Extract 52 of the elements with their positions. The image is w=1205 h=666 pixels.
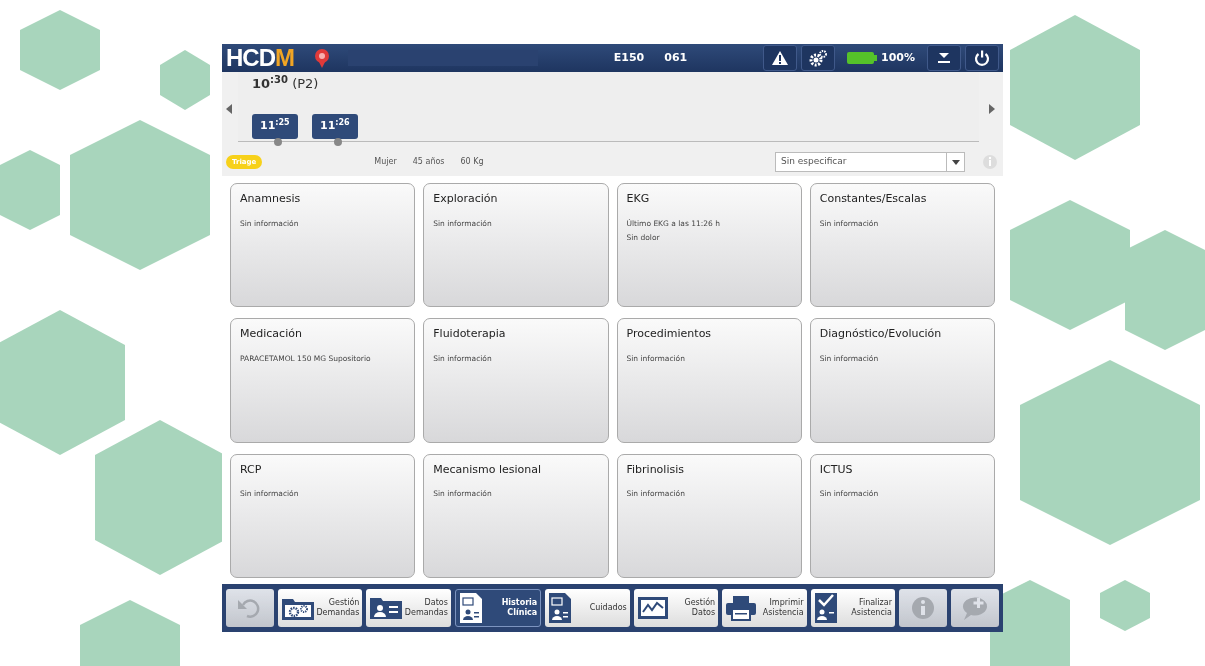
warning-icon [771, 50, 789, 66]
card-title: RCP [240, 461, 263, 478]
card-title: ICTUS [819, 461, 854, 478]
printer-icon [725, 595, 758, 621]
toolbar-tab[interactable]: Cuidados [545, 589, 630, 627]
power-button[interactable] [965, 45, 999, 71]
card-title: Medicación [240, 326, 303, 343]
current-time: 10$^{:30}$ (P2) [252, 74, 319, 93]
card-title: Exploración [433, 191, 499, 207]
card-title: Procedimientos [626, 326, 713, 343]
patient-weight: 60 Kg [460, 156, 484, 168]
id-card-icon [369, 596, 404, 620]
patient-age: 45 años [412, 156, 445, 168]
checklist-icon [813, 592, 838, 624]
timeline-pin [334, 138, 342, 146]
toolbar-tab[interactable]: Finalizar Asistencia [810, 589, 895, 627]
toolbar-tab[interactable]: Datos Demandas [366, 589, 451, 627]
patient-sex: Mujer [373, 156, 397, 168]
card-title: Anamnesis [240, 191, 302, 207]
download-button[interactable] [927, 45, 961, 71]
card-title: EKG [626, 191, 651, 207]
toolbar-tab[interactable]: Gestión Datos [633, 589, 719, 627]
toolbar-tab[interactable]: Historia Clínica [454, 589, 542, 627]
battery-icon [847, 52, 877, 64]
timeline-left-arrow[interactable] [226, 104, 232, 114]
alert-button[interactable] [763, 45, 797, 71]
settings-button[interactable] [801, 45, 835, 71]
card-title: Fluidoterapia [433, 326, 507, 343]
info-icon [910, 596, 935, 620]
power-icon [974, 50, 990, 66]
timeline-pin [274, 138, 282, 146]
download-icon [937, 52, 951, 64]
document-icon [548, 592, 573, 624]
speech-bubble-plus-icon [960, 595, 989, 621]
line-chart-icon [636, 596, 669, 620]
document-icon [458, 592, 483, 624]
settings-icon [808, 49, 828, 67]
card-title: Constantes/Escalas [819, 191, 928, 207]
timeline-right-arrow[interactable] [989, 104, 995, 114]
toolbar-tab[interactable]: Gestión Demandas [278, 589, 363, 627]
time-marker[interactable]: 11$^{:25}$ [252, 114, 298, 139]
card-title: Mecanismo lesional [433, 461, 543, 478]
card-title: Diagnóstico/Evolución [819, 326, 943, 343]
location-pin-icon [314, 48, 330, 68]
toolbar-tab[interactable]: Imprimir Asistencia [722, 589, 807, 627]
unit-label: E150 [613, 49, 645, 66]
category-select[interactable]: Sin especificar [775, 152, 965, 172]
code-label: 061 [664, 49, 688, 66]
card-title: Fibrinolisis [626, 461, 685, 478]
app-logo: HCDM [225, 44, 294, 72]
time-marker[interactable]: 11$^{:26}$ [312, 114, 358, 139]
battery-percent: 100% [881, 49, 915, 66]
